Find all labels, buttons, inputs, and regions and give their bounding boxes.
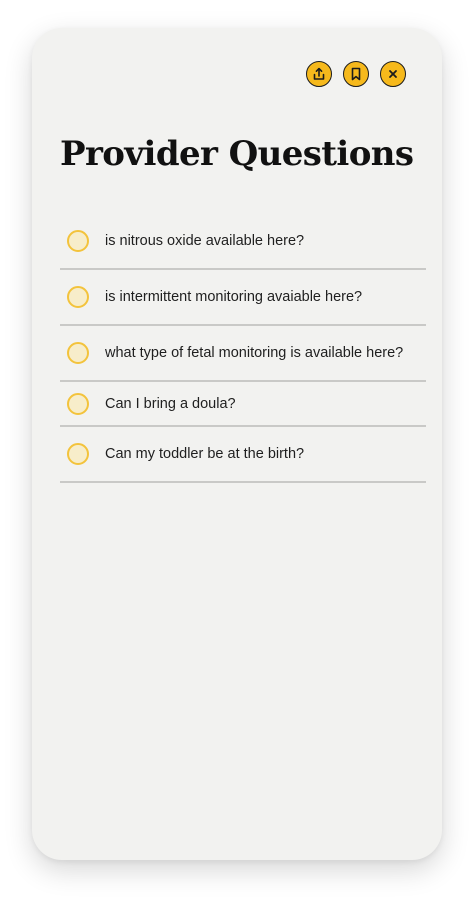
page-title: Provider Questions [60, 134, 414, 174]
share-button[interactable] [306, 61, 332, 87]
question-checkbox[interactable] [67, 443, 89, 465]
questions-card: Provider Questions is nitrous oxide avai… [32, 28, 442, 860]
question-checkbox[interactable] [67, 286, 89, 308]
question-text: Can I bring a doula? [105, 395, 236, 412]
share-icon [313, 67, 325, 80]
question-item[interactable]: what type of fetal monitoring is availab… [60, 326, 426, 382]
bookmark-icon [351, 67, 361, 81]
question-item[interactable]: Can I bring a doula? [60, 382, 426, 427]
question-checkbox[interactable] [67, 230, 89, 252]
question-text: is intermittent monitoring avaiable here… [105, 289, 363, 305]
question-item[interactable]: is nitrous oxide available here? [60, 214, 426, 270]
question-text: is nitrous oxide available here? [105, 233, 305, 249]
question-text: Can my toddler be at the birth? [105, 446, 305, 462]
question-checkbox[interactable] [67, 342, 89, 364]
close-icon [389, 70, 397, 78]
question-list: is nitrous oxide available here? is inte… [60, 214, 426, 483]
question-text: what type of fetal monitoring is availab… [105, 345, 404, 361]
header-actions [306, 61, 406, 87]
close-button[interactable] [380, 61, 406, 87]
question-checkbox[interactable] [67, 392, 89, 415]
question-item[interactable]: Can my toddler be at the birth? [60, 427, 426, 483]
question-item[interactable]: is intermittent monitoring avaiable here… [60, 270, 426, 326]
bookmark-button[interactable] [343, 61, 369, 87]
